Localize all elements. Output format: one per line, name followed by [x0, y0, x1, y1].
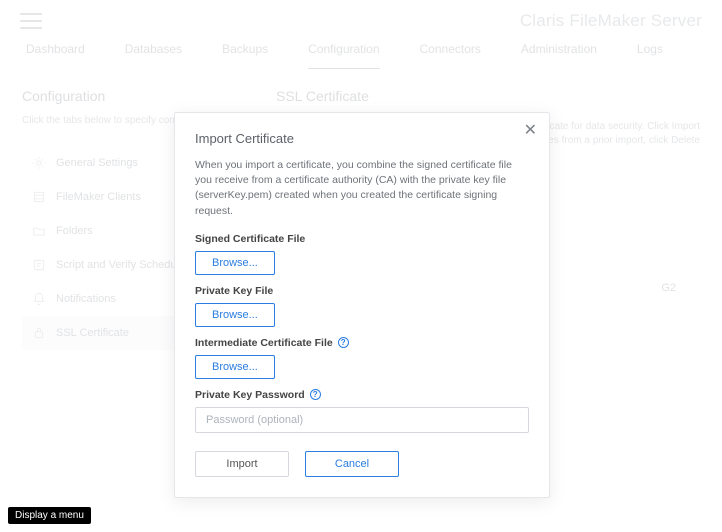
- browse-signed-button[interactable]: Browse...: [195, 251, 275, 275]
- browse-key-button[interactable]: Browse...: [195, 303, 275, 327]
- password-label: Private Key Password ?: [195, 389, 529, 401]
- close-icon[interactable]: ✕: [524, 123, 537, 139]
- import-certificate-modal: ✕ Import Certificate When you import a c…: [174, 112, 550, 498]
- help-icon[interactable]: ?: [310, 389, 321, 400]
- cancel-button[interactable]: Cancel: [305, 451, 399, 477]
- password-label-text: Private Key Password: [195, 389, 305, 401]
- intermediate-cert-label: Intermediate Certificate File ?: [195, 337, 529, 349]
- import-button[interactable]: Import: [195, 451, 289, 477]
- password-input[interactable]: [195, 407, 529, 433]
- signed-cert-label: Signed Certificate File: [195, 233, 529, 245]
- browse-intermediate-button[interactable]: Browse...: [195, 355, 275, 379]
- modal-description: When you import a certificate, you combi…: [195, 158, 529, 219]
- private-key-label: Private Key File: [195, 285, 529, 297]
- help-icon[interactable]: ?: [338, 337, 349, 348]
- modal-title: Import Certificate: [195, 131, 529, 146]
- display-menu-badge: Display a menu: [8, 507, 91, 524]
- intermediate-cert-label-text: Intermediate Certificate File: [195, 337, 333, 349]
